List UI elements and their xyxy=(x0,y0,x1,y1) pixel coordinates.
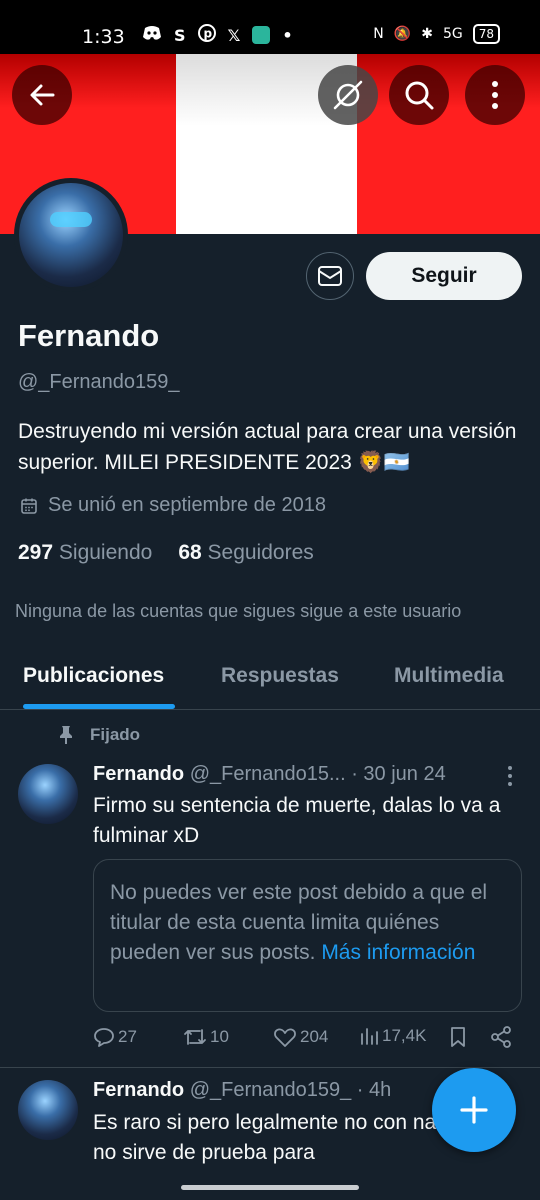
calendar-icon xyxy=(21,498,37,514)
svg-text:p: p xyxy=(203,27,212,41)
status-time: 1:33 xyxy=(82,26,125,48)
arrow-left-icon xyxy=(30,84,55,106)
more-info-link[interactable]: Más información xyxy=(321,941,475,964)
like-count: 204 xyxy=(300,1027,329,1046)
post-header: Fernando @_Fernando15... · 30 jun 24 xyxy=(93,763,446,786)
repost-button[interactable]: 10 xyxy=(183,1026,229,1048)
envelope-icon xyxy=(318,266,342,286)
more-vertical-icon xyxy=(492,81,498,109)
active-tab-indicator xyxy=(23,704,175,709)
home-indicator[interactable] xyxy=(181,1185,359,1190)
status-bar: 1:33 S p 𝕏 • N 🔕 ✱ 5G 78 xyxy=(0,0,540,54)
profile-handle: @_Fernando159_ xyxy=(18,371,180,393)
followers-label: Seguidores xyxy=(207,541,314,564)
restricted-quote-box: No puedes ver este post debido a que el … xyxy=(93,859,522,1012)
profile-avatar[interactable] xyxy=(14,178,128,292)
heart-icon xyxy=(274,1028,296,1047)
search-button[interactable] xyxy=(389,65,449,125)
repost-count: 10 xyxy=(210,1027,229,1046)
repost-icon xyxy=(184,1029,206,1045)
mute-icon: 🔕 xyxy=(393,26,412,42)
reply-icon xyxy=(94,1028,114,1047)
whatsapp-business-icon xyxy=(252,26,271,44)
dot-icon: • xyxy=(282,25,293,45)
post-text: Firmo su sentencia de muerte, dalas lo v… xyxy=(93,794,501,847)
more-options-button[interactable] xyxy=(465,65,525,125)
more-vertical-icon xyxy=(508,766,512,786)
pin-icon xyxy=(60,726,72,744)
share-button[interactable] xyxy=(490,1026,512,1048)
x-icon: 𝕏 xyxy=(227,25,241,45)
like-button[interactable]: 204 xyxy=(273,1026,328,1048)
pinterest-icon: p xyxy=(197,24,216,46)
post-author-name[interactable]: Fernando xyxy=(93,763,184,785)
post-actions: 27 10 204 17,4K xyxy=(93,1026,523,1054)
translate-slash-icon xyxy=(333,80,363,110)
followers-count: 68 xyxy=(178,541,202,564)
discord-icon xyxy=(142,25,162,45)
follow-stats: 297 Siguiendo 68 Seguidores xyxy=(18,541,314,565)
message-button[interactable] xyxy=(306,252,354,300)
followers-link[interactable]: 68 Seguidores xyxy=(178,541,313,565)
join-date: Se unió en septiembre de 2018 xyxy=(20,494,326,517)
follow-button[interactable]: Seguir xyxy=(366,252,522,300)
reply-button[interactable]: 27 xyxy=(93,1026,137,1048)
views-icon xyxy=(361,1028,378,1045)
translate-button[interactable] xyxy=(318,65,378,125)
following-link[interactable]: 297 Siguiendo xyxy=(18,541,152,565)
post-more-button[interactable] xyxy=(500,764,520,793)
shazam-icon: S xyxy=(174,25,186,45)
notification-icons: S p 𝕏 • xyxy=(142,24,293,46)
compose-post-button[interactable] xyxy=(432,1068,516,1152)
following-label: Siguiendo xyxy=(58,541,153,564)
pinned-text: Fijado xyxy=(90,725,141,744)
post-author-handle: @_Fernando15... xyxy=(189,763,346,785)
following-count: 297 xyxy=(18,541,54,564)
post-time: · 30 jun 24 xyxy=(351,763,446,785)
reply-count: 27 xyxy=(118,1027,137,1046)
bookmark-icon xyxy=(451,1027,465,1047)
post-time: · 4h xyxy=(356,1079,392,1101)
battery-icon: 78 xyxy=(472,24,500,44)
back-button[interactable] xyxy=(12,65,72,125)
profile-tabs: Publicaciones Respuestas Multimedia xyxy=(0,650,540,710)
plus-icon xyxy=(460,1096,488,1124)
followed-by-note: Ninguna de las cuentas que sigues sigue … xyxy=(15,601,462,621)
views-count: 17,4K xyxy=(382,1026,427,1045)
post-author-handle: @_Fernando159_ xyxy=(189,1079,352,1101)
profile-name: Fernando xyxy=(18,318,160,353)
tab-respuestas[interactable]: Respuestas xyxy=(221,664,339,688)
search-icon xyxy=(405,81,434,110)
post-author-name[interactable]: Fernando xyxy=(93,1079,184,1101)
pinned-label: Fijado xyxy=(58,725,140,745)
share-icon xyxy=(491,1026,511,1048)
views-button[interactable]: 17,4K xyxy=(359,1026,426,1046)
tab-publicaciones[interactable]: Publicaciones xyxy=(23,664,164,688)
post-divider xyxy=(0,1067,540,1068)
nfc-icon: N xyxy=(373,26,384,42)
post-avatar[interactable] xyxy=(18,1080,78,1140)
signal-icon: 5G xyxy=(442,26,463,42)
system-icons: N 🔕 ✱ 5G 78 xyxy=(373,24,500,44)
post-header: Fernando @_Fernando159_ · 4h xyxy=(93,1079,391,1102)
profile-bio: Destruyendo mi versión actual para crear… xyxy=(18,420,517,474)
bookmark-button[interactable] xyxy=(449,1026,467,1048)
bluetooth-icon: ✱ xyxy=(421,26,433,42)
tab-multimedia[interactable]: Multimedia xyxy=(394,664,504,688)
post-avatar[interactable] xyxy=(18,764,78,824)
join-date-text: Se unió en septiembre de 2018 xyxy=(48,494,326,516)
